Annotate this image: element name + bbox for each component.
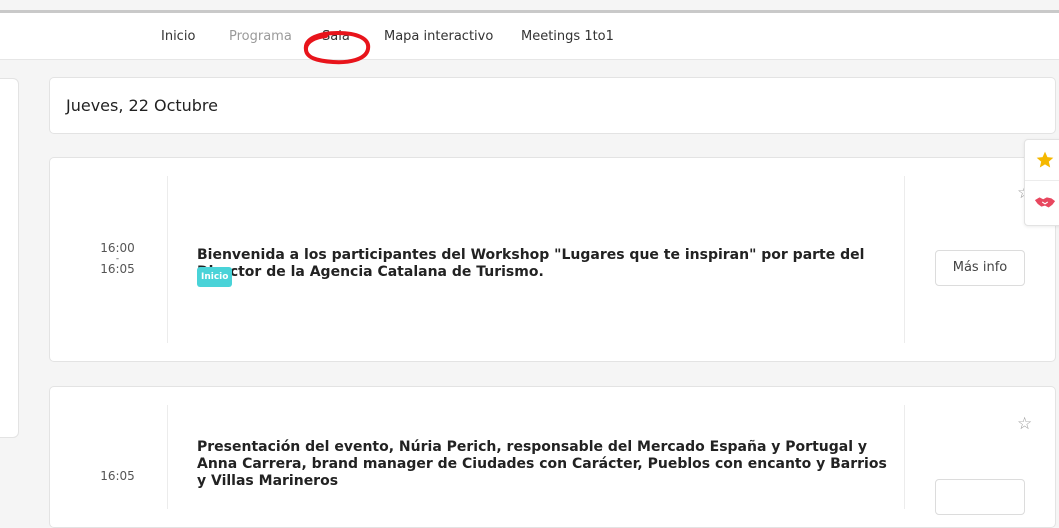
session-end-time: 16:05 (100, 262, 135, 276)
left-panel (0, 78, 19, 438)
meetings-button[interactable] (1025, 182, 1059, 222)
nav-mapa-interactivo[interactable]: Mapa interactivo (384, 29, 493, 44)
top-nav: Inicio Programa Sala Mapa interactivo Me… (0, 13, 1059, 65)
session-tag: Inicio (197, 267, 233, 287)
more-info-button[interactable] (935, 479, 1025, 515)
red-annotation-circle (303, 30, 371, 65)
column-divider (904, 176, 905, 343)
favorite-star-icon[interactable]: ☆ (1017, 414, 1032, 434)
nav-meetings-1to1[interactable]: Meetings 1to1 (521, 29, 614, 44)
session-time: 16:05 (70, 470, 165, 483)
handshake-icon (1034, 197, 1056, 208)
session-title: Presentación del evento, Núria Perich, r… (197, 439, 887, 489)
session-time: 16:00 - 16:05 (70, 242, 165, 276)
star-icon (1036, 151, 1054, 168)
session-title: Bienvenida a los participantes del Works… (197, 247, 865, 280)
session-start-time: 16:05 (100, 469, 135, 483)
column-divider (904, 405, 905, 509)
column-divider (167, 405, 168, 509)
column-divider (167, 176, 168, 343)
session-card: 16:05 Presentación del evento, Núria Per… (49, 386, 1056, 528)
nav-programa[interactable]: Programa (229, 29, 292, 44)
favorites-button[interactable] (1025, 140, 1059, 181)
nav-inicio[interactable]: Inicio (161, 29, 195, 44)
session-card: 16:00 - 16:05 Bienvenida a los participa… (49, 157, 1056, 362)
more-info-button[interactable]: Más info (935, 250, 1025, 286)
day-label: Jueves, 22 Octubre (66, 96, 218, 115)
day-header-card: Jueves, 22 Octubre (49, 77, 1056, 134)
side-widget (1024, 139, 1059, 226)
